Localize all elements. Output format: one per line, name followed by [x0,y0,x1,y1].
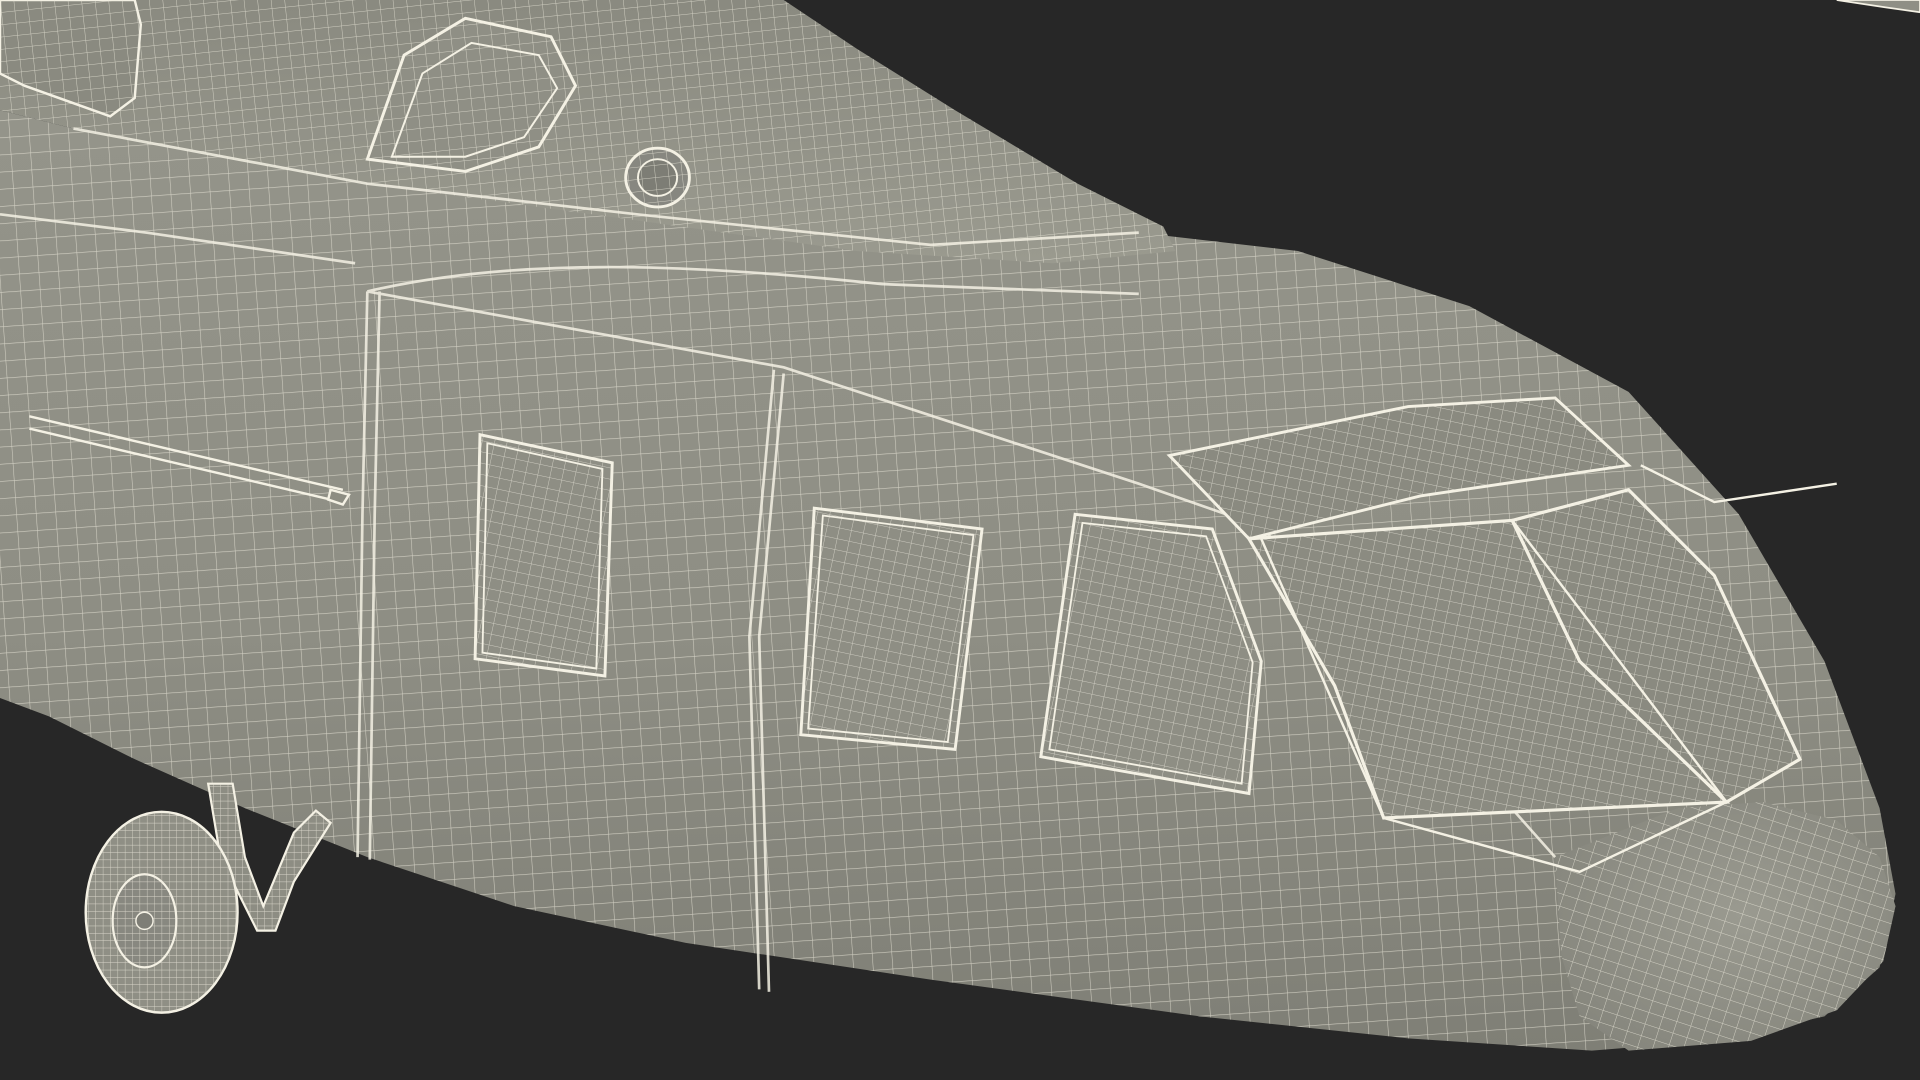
wireframe-render [0,0,1920,1080]
cowling-port [624,146,691,209]
